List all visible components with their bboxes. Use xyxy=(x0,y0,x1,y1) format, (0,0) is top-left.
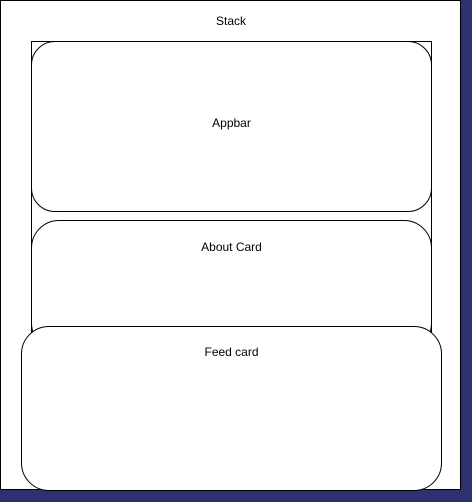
diagram-page: Stack Appbar About Card Feed card xyxy=(0,0,472,502)
about-card-label: About Card xyxy=(201,240,262,254)
appbar-label: Appbar xyxy=(212,116,251,130)
feed-card-label: Feed card xyxy=(204,345,259,359)
feed-card-box: Feed card xyxy=(21,326,442,491)
stack-label: Stack xyxy=(215,14,247,28)
appbar-box: Appbar xyxy=(31,41,432,212)
diagram-canvas: Stack Appbar About Card Feed card xyxy=(0,0,461,491)
